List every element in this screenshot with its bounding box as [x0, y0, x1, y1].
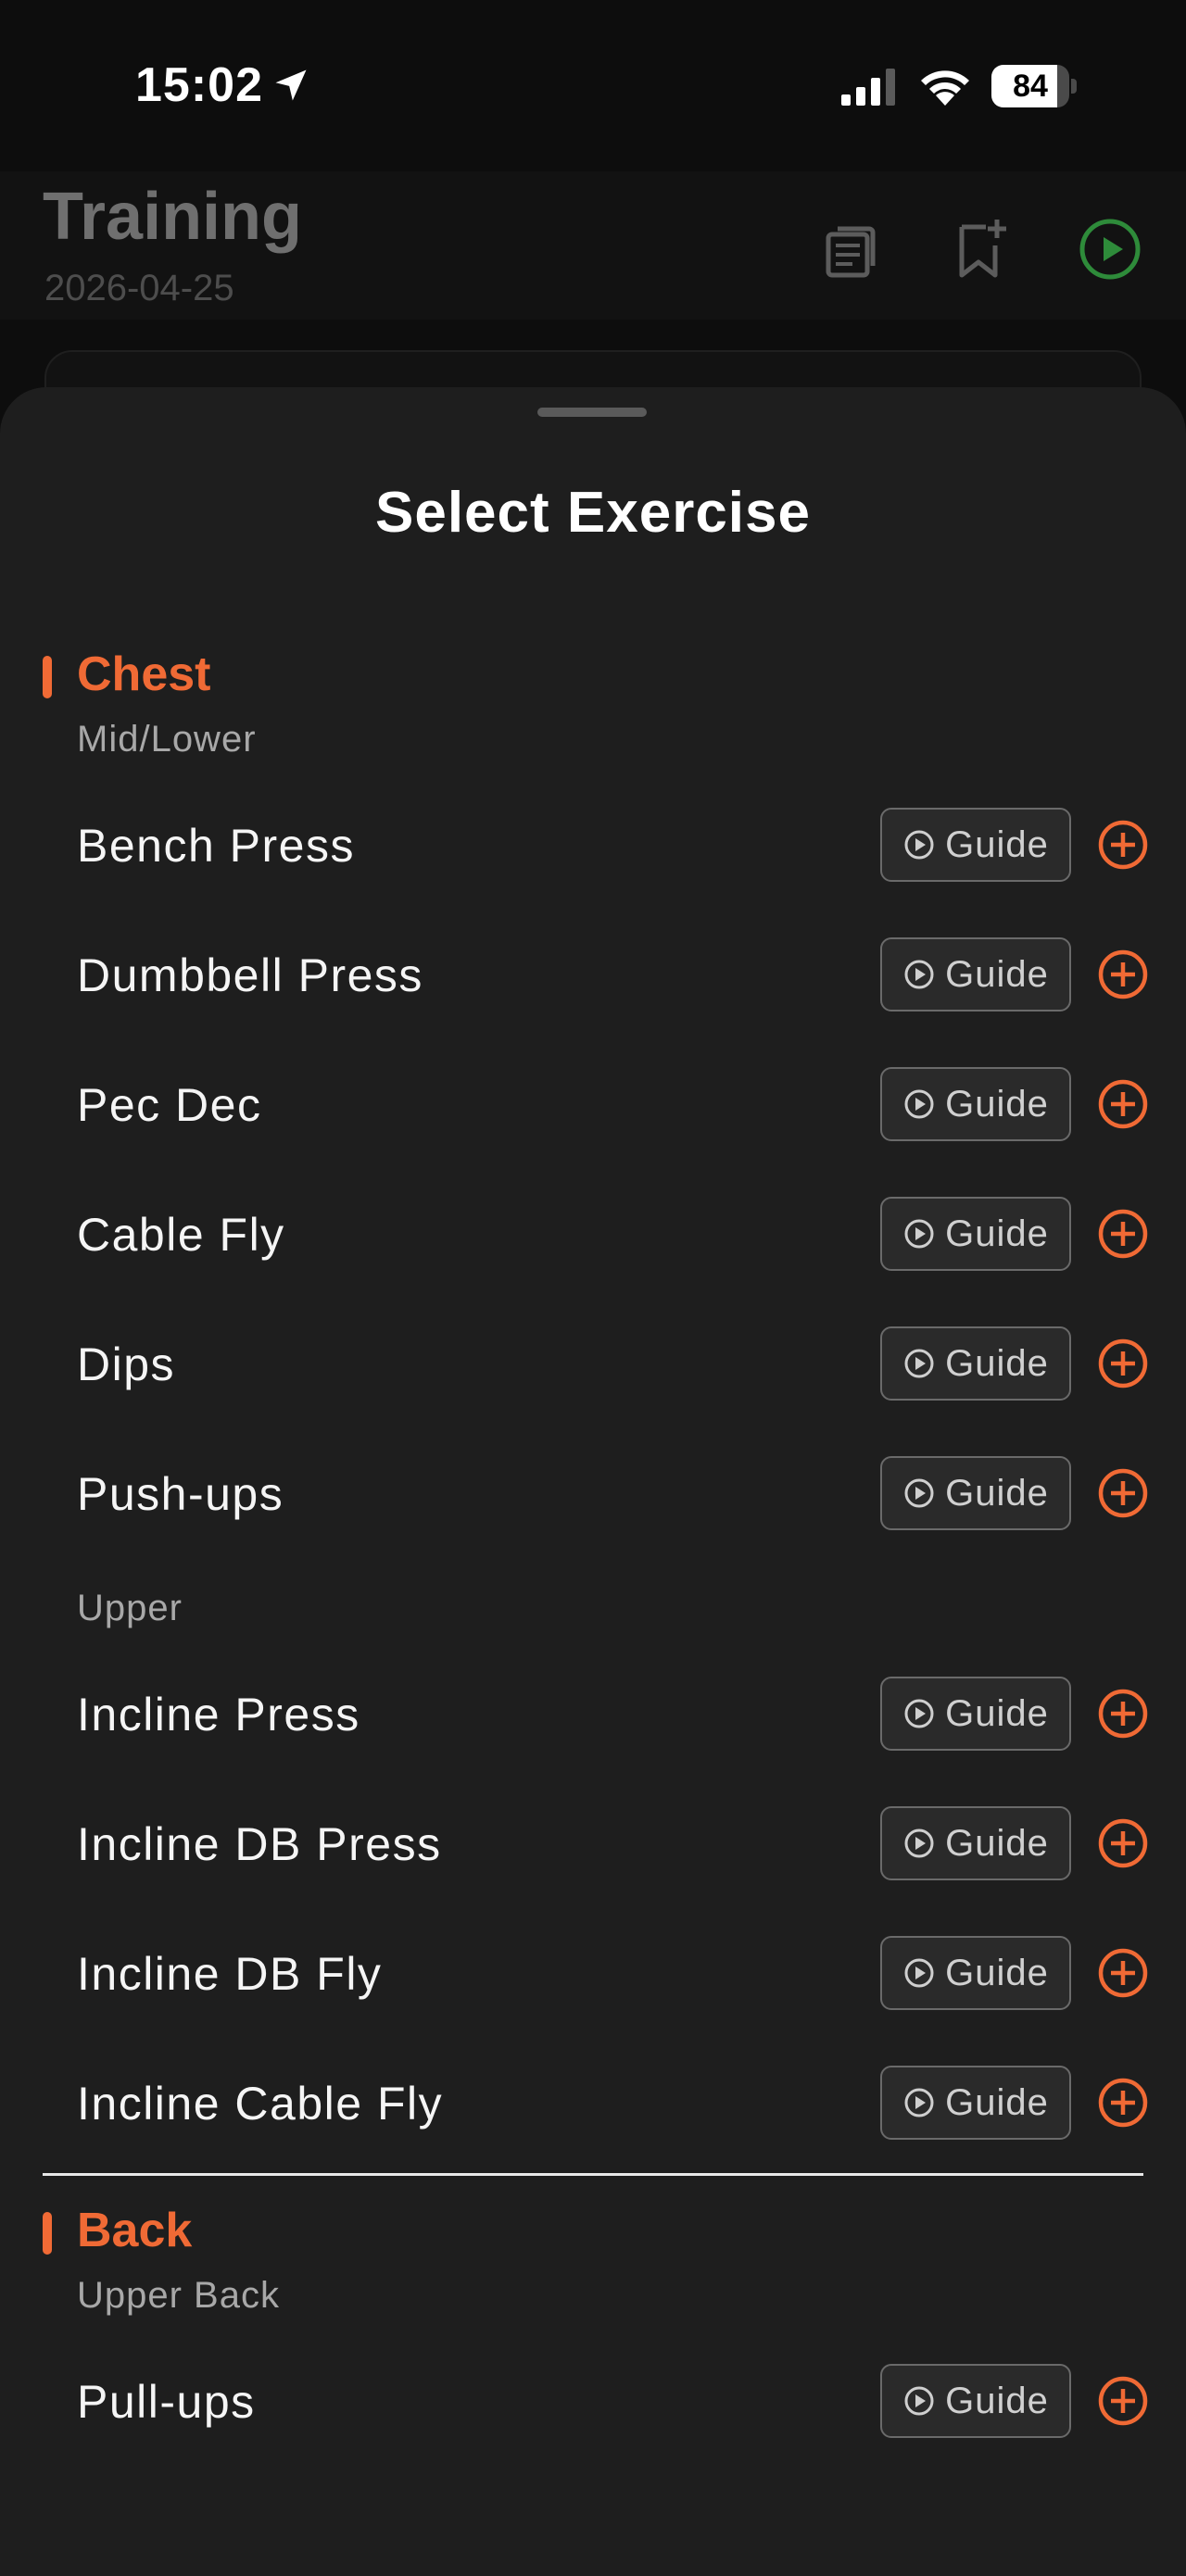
exercise-name: Bench Press	[77, 820, 355, 872]
page-date: 2026-04-25	[44, 268, 234, 308]
guide-button[interactable]: Guide	[880, 1806, 1071, 1880]
guide-button-label: Guide	[945, 2380, 1049, 2421]
subgroup-label: Upper	[77, 1588, 183, 1628]
exercise-name: Incline Cable Fly	[77, 2078, 444, 2130]
play-icon	[904, 1828, 934, 1858]
subgroup-label: Upper Back	[77, 2275, 280, 2316]
guide-button[interactable]: Guide	[880, 1197, 1071, 1271]
select-exercise-sheet: Select Exercise Chest Mid/Lower Bench Pres…	[0, 387, 1186, 2576]
exercise-row[interactable]: Push-ups Guide	[0, 1428, 1186, 1558]
guide-button-label: Guide	[945, 2081, 1049, 2123]
guide-button[interactable]: Guide	[880, 2066, 1071, 2140]
guide-button-label: Guide	[945, 823, 1049, 865]
notes-icon[interactable]	[815, 214, 886, 284]
exercise-name: Pull-ups	[77, 2376, 256, 2428]
exercise-name: Incline DB Press	[77, 1818, 442, 1870]
play-icon	[904, 2088, 934, 2117]
exercise-name: Push-ups	[77, 1468, 284, 1520]
guide-button-label: Guide	[945, 1083, 1049, 1125]
guide-button[interactable]: Guide	[880, 1677, 1071, 1751]
add-circle-icon[interactable]	[1097, 1688, 1149, 1740]
bookmark-add-icon[interactable]	[945, 214, 1016, 284]
add-circle-icon[interactable]	[1097, 1817, 1149, 1869]
group-accent-bar	[43, 656, 52, 698]
status-bar: 15:02 84	[0, 0, 1186, 171]
play-icon	[904, 1089, 934, 1119]
play-icon	[904, 1349, 934, 1378]
guide-button-label: Guide	[945, 1342, 1049, 1384]
sheet-title: Select Exercise	[374, 481, 811, 545]
play-icon	[904, 830, 934, 860]
guide-button-label: Guide	[945, 1472, 1049, 1514]
exercise-row[interactable]: Bench Press Guide	[0, 780, 1186, 910]
guide-button[interactable]: Guide	[880, 1456, 1071, 1530]
play-icon	[904, 1699, 934, 1728]
add-circle-icon[interactable]	[1097, 1947, 1149, 1999]
exercise-row[interactable]: Cable Fly Guide	[0, 1169, 1186, 1299]
group-divider	[43, 2173, 1143, 2176]
group-accent-bar	[43, 2212, 52, 2255]
add-circle-icon[interactable]	[1097, 1467, 1149, 1519]
exercise-row[interactable]: Incline Press Guide	[0, 1649, 1186, 1778]
status-time: 15:02	[135, 58, 263, 112]
battery-percent: 84	[1013, 69, 1048, 104]
exercise-name: Incline Press	[77, 1689, 360, 1740]
add-circle-icon[interactable]	[1097, 949, 1149, 1000]
guide-button[interactable]: Guide	[880, 1936, 1071, 2010]
app-header: Training 2026-04-25	[0, 171, 1186, 320]
add-circle-icon[interactable]	[1097, 2375, 1149, 2427]
guide-button-label: Guide	[945, 1692, 1049, 1734]
play-icon	[904, 960, 934, 989]
guide-button-label: Guide	[945, 1952, 1049, 1993]
exercise-row[interactable]: Dumbbell Press Guide	[0, 910, 1186, 1039]
group-label: Back	[77, 2204, 193, 2257]
exercise-row[interactable]: Incline DB Press Guide	[0, 1778, 1186, 1908]
page-title: Training	[43, 180, 303, 254]
guide-button[interactable]: Guide	[880, 937, 1071, 1012]
exercise-name: Pec Dec	[77, 1079, 262, 1131]
add-circle-icon[interactable]	[1097, 1208, 1149, 1260]
exercise-name: Dips	[77, 1338, 176, 1390]
wifi-icon	[921, 70, 969, 106]
exercise-row[interactable]: Dips Guide	[0, 1299, 1186, 1428]
battery-indicator: 84	[991, 65, 1077, 107]
guide-button-label: Guide	[945, 953, 1049, 995]
play-icon	[904, 1478, 934, 1508]
play-icon	[904, 2386, 934, 2416]
guide-button[interactable]: Guide	[880, 1067, 1071, 1141]
exercise-row[interactable]: Incline Cable Fly Guide	[0, 2038, 1186, 2168]
guide-button-label: Guide	[945, 1822, 1049, 1864]
add-circle-icon[interactable]	[1097, 1078, 1149, 1130]
location-arrow-icon	[275, 69, 307, 101]
cellular-signal-icon	[841, 69, 895, 106]
play-icon	[904, 1219, 934, 1249]
guide-button-label: Guide	[945, 1213, 1049, 1254]
exercise-row[interactable]: Incline DB Fly Guide	[0, 1908, 1186, 2038]
guide-button[interactable]: Guide	[880, 2364, 1071, 2438]
exercise-name: Incline DB Fly	[77, 1948, 383, 2000]
sheet-grabber[interactable]	[537, 408, 647, 417]
guide-button[interactable]: Guide	[880, 1326, 1071, 1401]
guide-button[interactable]: Guide	[880, 808, 1071, 882]
add-circle-icon[interactable]	[1097, 819, 1149, 871]
play-circle-icon[interactable]	[1075, 214, 1145, 284]
exercise-row[interactable]: Pec Dec Guide	[0, 1039, 1186, 1169]
exercise-name: Cable Fly	[77, 1209, 285, 1261]
add-circle-icon[interactable]	[1097, 2077, 1149, 2129]
group-label: Chest	[77, 647, 211, 701]
exercise-row[interactable]: Pull-ups Guide	[0, 2336, 1186, 2466]
play-icon	[904, 1958, 934, 1988]
add-circle-icon[interactable]	[1097, 1338, 1149, 1389]
exercise-name: Dumbbell Press	[77, 949, 423, 1001]
subgroup-label: Mid/Lower	[77, 719, 257, 760]
